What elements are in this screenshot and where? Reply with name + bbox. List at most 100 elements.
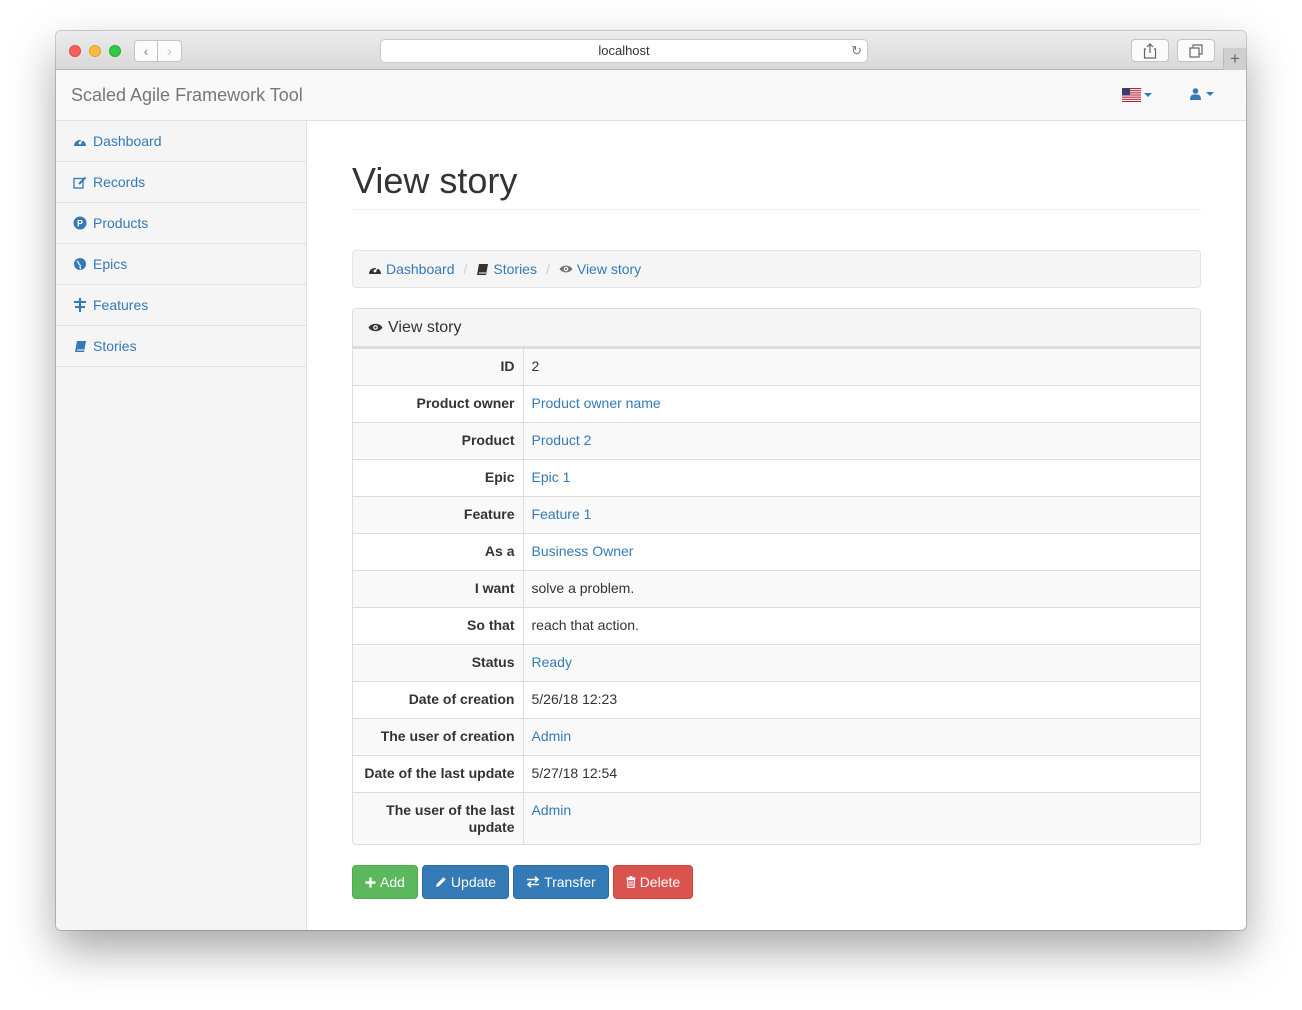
user-icon [1190,88,1201,100]
sidebar-item-records[interactable]: Records [56,162,306,203]
zoom-window-button[interactable] [109,45,121,57]
dashboard-icon [369,266,381,274]
page-header: View story [352,161,1201,210]
creator-link[interactable]: Admin [532,728,572,744]
transfer-icon [526,876,540,888]
caret-down-icon [1206,92,1214,96]
product-link[interactable]: Product 2 [532,432,592,448]
table-row: Product Product 2 [353,422,1200,460]
table-row: So that reach that action. [353,607,1200,645]
eye-icon [559,265,573,273]
table-row: ID 2 [353,348,1200,386]
sidebar-item-label: Features [93,297,149,313]
globe-icon [73,257,87,271]
share-button[interactable] [1131,39,1169,62]
breadcrumb-current[interactable]: View story [559,261,641,277]
panel-title: View story [388,318,462,336]
table-row: Product owner Product owner name [353,385,1200,423]
row-label: I want [353,570,524,608]
chevron-left-icon: ‹ [143,43,149,59]
row-label: Product [353,422,524,460]
so-that-value: reach that action. [531,617,639,633]
delete-button-label: Delete [639,874,681,890]
dashboard-icon [73,134,87,148]
table-row: The user of creation Admin [353,718,1200,756]
app-navbar: Scaled Agile Framework Tool [56,70,1246,121]
panel-heading: View story [353,309,1200,347]
close-window-button[interactable] [69,45,81,57]
delete-button[interactable]: Delete [612,865,694,899]
updater-link[interactable]: Admin [532,802,572,818]
breadcrumb-separator: / [463,261,468,277]
sidebar-item-features[interactable]: Features [56,285,306,326]
pencil-icon [435,877,446,887]
chevron-right-icon: › [167,43,172,59]
svg-text:P: P [77,219,83,229]
breadcrumb-label: Stories [493,261,537,277]
tabs-icon [1189,43,1203,58]
user-dropdown[interactable] [1190,88,1214,100]
feature-link[interactable]: Feature 1 [532,506,592,522]
update-date-value: 5/27/18 12:54 [531,765,618,781]
forward-button[interactable]: › [158,40,182,62]
row-label: Date of the last update [353,755,524,793]
add-button[interactable]: Add [352,865,418,899]
url-text: localhost [598,43,650,58]
sidebar-item-dashboard[interactable]: Dashboard [56,121,306,162]
table-row: Feature Feature 1 [353,496,1200,534]
creation-date-value: 5/26/18 12:23 [531,691,618,707]
plus-icon [365,877,376,887]
edit-icon [73,175,87,189]
status-link[interactable]: Ready [532,654,572,670]
action-buttons: Add Update Transfer Delete [352,865,1201,899]
address-bar[interactable]: localhost ↻ [380,39,868,63]
breadcrumb-label: View story [576,261,642,277]
i-want-value: solve a problem. [531,580,635,596]
page-title: View story [352,160,518,201]
breadcrumb-dashboard[interactable]: Dashboard [368,261,455,277]
breadcrumb-stories[interactable]: Stories [476,261,537,277]
app-brand[interactable]: Scaled Agile Framework Tool [71,85,303,106]
row-label: Epic [353,459,524,497]
transfer-button[interactable]: Transfer [513,865,609,899]
story-id-value: 2 [531,358,540,374]
breadcrumb: Dashboard / Stories / View story [352,250,1201,288]
epic-link[interactable]: Epic 1 [532,469,571,485]
new-tab-button[interactable]: + [1223,48,1246,70]
caret-down-icon [1144,93,1152,97]
breadcrumb-separator: / [545,261,550,277]
table-row: As a Business Owner [353,533,1200,571]
breadcrumb-label: Dashboard [386,261,455,277]
update-button-label: Update [450,874,497,890]
sidebar-item-label: Stories [93,338,137,354]
update-button[interactable]: Update [421,865,510,899]
row-label: Feature [353,496,524,534]
browser-titlebar: ‹ › localhost ↻ + [56,31,1246,70]
minimize-window-button[interactable] [89,45,101,57]
show-tabs-button[interactable] [1177,39,1215,62]
plus-icon: + [1230,49,1240,68]
sidebar-item-label: Products [93,215,149,231]
reload-icon[interactable]: ↻ [851,42,862,60]
transfer-button-label: Transfer [544,874,596,890]
back-button[interactable]: ‹ [134,40,158,62]
book-icon [477,263,489,275]
eye-icon [368,323,383,332]
trash-icon [626,876,636,888]
sidebar-item-products[interactable]: P Products [56,203,306,244]
add-button-label: Add [380,874,405,890]
table-row: Date of the last update 5/27/18 12:54 [353,755,1200,793]
row-label: Date of creation [353,681,524,719]
table-row: I want solve a problem. [353,570,1200,608]
row-label: So that [353,607,524,645]
sidebar-item-stories[interactable]: Stories [56,326,306,367]
language-dropdown[interactable] [1122,88,1152,102]
sidebar-item-label: Dashboard [93,133,162,149]
role-link[interactable]: Business Owner [532,543,634,559]
row-label: Status [353,644,524,682]
row-label: As a [353,533,524,571]
product-icon: P [73,216,87,230]
sidebar-item-label: Epics [93,256,128,272]
product-owner-link[interactable]: Product owner name [532,395,661,411]
sidebar-item-epics[interactable]: Epics [56,244,306,285]
